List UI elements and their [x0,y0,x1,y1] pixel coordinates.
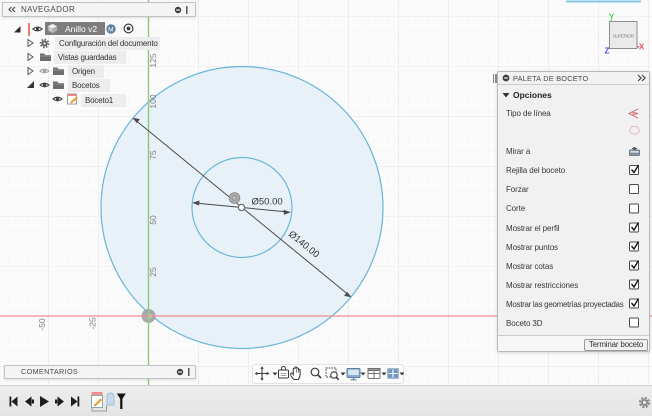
svg-text:X: X [639,43,645,52]
svg-text:Z: Z [605,47,610,56]
svg-text:-25: -25 [88,317,98,330]
svg-text:-50: -50 [37,318,47,331]
svg-text:Ø50.00: Ø50.00 [252,197,283,208]
svg-text:50: 50 [148,215,158,225]
svg-text:75: 75 [148,150,158,160]
svg-text:M: M [108,26,113,33]
svg-text:25: 25 [148,267,158,277]
svg-text:SUPERIOR: SUPERIOR [613,33,635,39]
